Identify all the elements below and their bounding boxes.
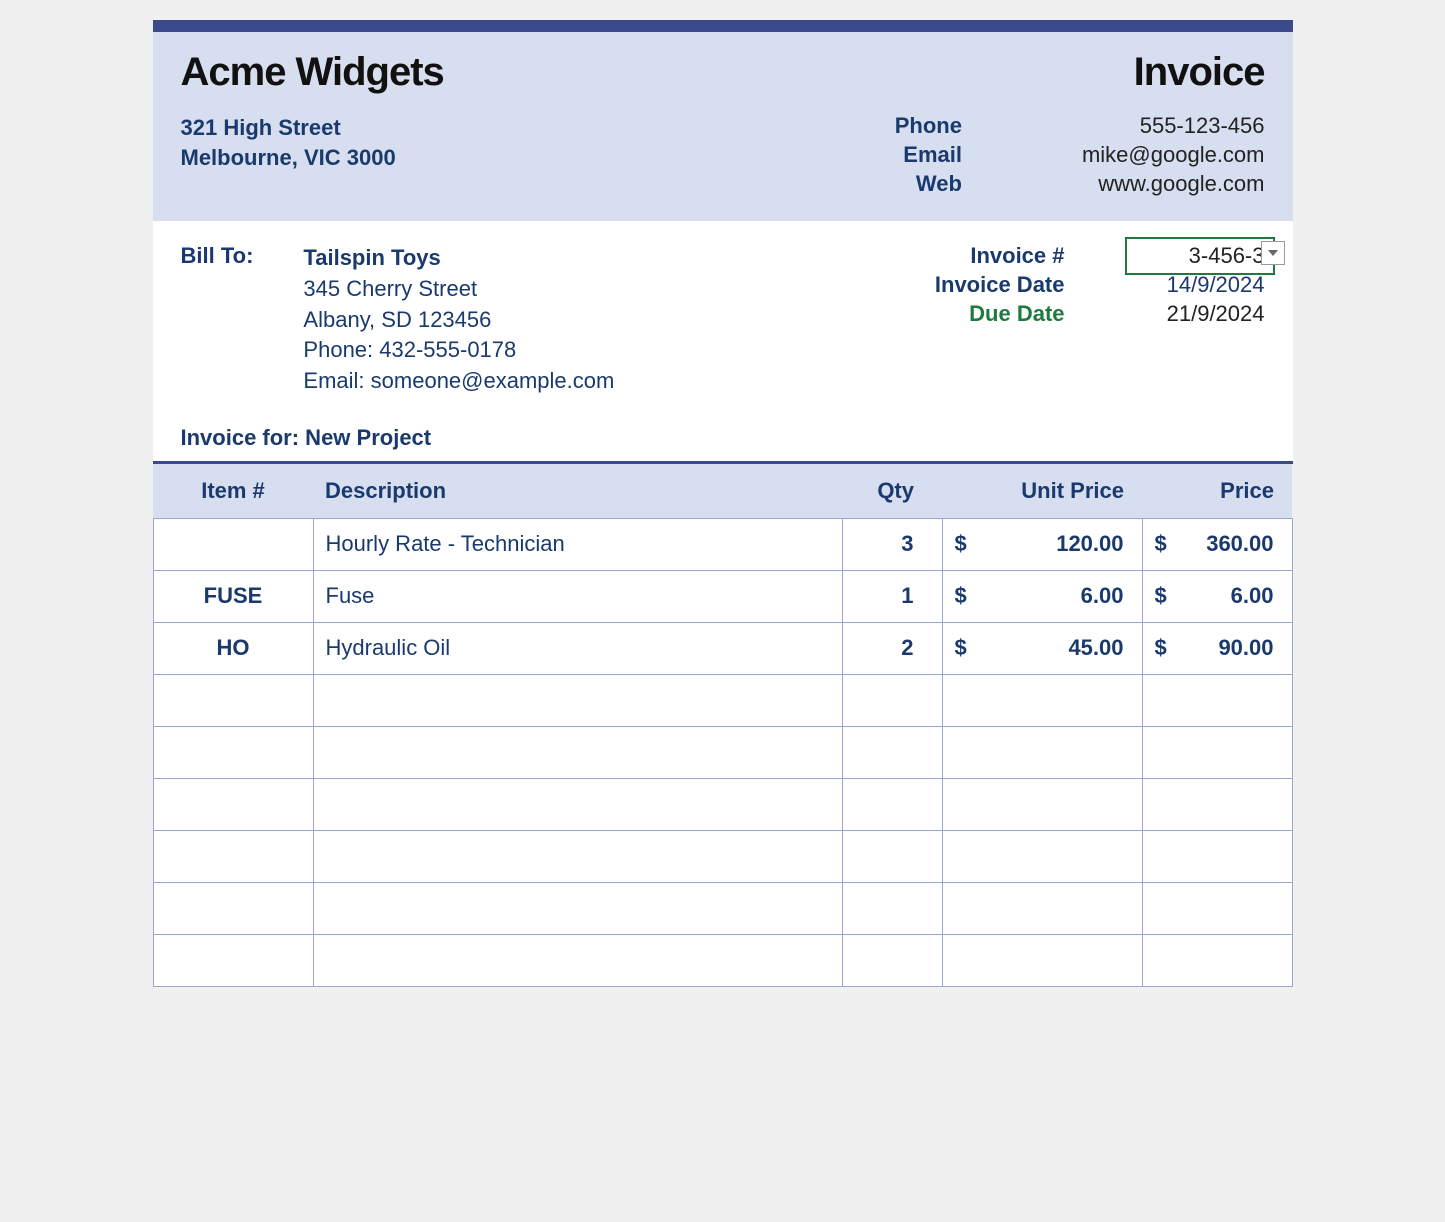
cell-unit-price[interactable]	[942, 882, 1142, 934]
items-section: Item # Description Qty Unit Price Price …	[153, 461, 1293, 987]
cell-unit-price[interactable]: $6.00	[942, 570, 1142, 622]
cell-unit-price[interactable]: $45.00	[942, 622, 1142, 674]
accent-bar	[153, 20, 1293, 32]
cell-item[interactable]	[153, 882, 313, 934]
invoice-document: Acme Widgets Invoice 321 High Street Mel…	[153, 20, 1293, 987]
table-row[interactable]: HOHydraulic Oil2$45.00$90.00	[153, 622, 1292, 674]
cell-price[interactable]	[1142, 830, 1292, 882]
cell-unit-price[interactable]	[942, 674, 1142, 726]
cell-item[interactable]	[153, 726, 313, 778]
address-line2: Melbourne, VIC 3000	[181, 143, 895, 173]
bill-to-block: Bill To: Tailspin Toys 345 Cherry Street…	[181, 243, 935, 397]
web-value: www.google.com	[1082, 171, 1265, 197]
table-row[interactable]	[153, 934, 1292, 986]
due-date-label: Due Date	[935, 301, 1065, 327]
col-item: Item #	[153, 464, 313, 519]
cell-price[interactable]	[1142, 726, 1292, 778]
due-date-value: 21/9/2024	[1095, 301, 1265, 327]
invoice-number-label: Invoice #	[935, 243, 1065, 269]
table-row[interactable]	[153, 778, 1292, 830]
cell-description[interactable]	[313, 674, 842, 726]
address-line1: 321 High Street	[181, 113, 895, 143]
cell-description[interactable]: Hydraulic Oil	[313, 622, 842, 674]
cell-item[interactable]: FUSE	[153, 570, 313, 622]
cell-price[interactable]: $90.00	[1142, 622, 1292, 674]
cell-unit-price[interactable]	[942, 830, 1142, 882]
bill-to-city: Albany, SD 123456	[303, 305, 614, 336]
cell-qty[interactable]	[842, 830, 942, 882]
table-row[interactable]	[153, 674, 1292, 726]
cell-dropdown-button[interactable]	[1261, 241, 1285, 265]
cell-description[interactable]	[313, 830, 842, 882]
table-row[interactable]: FUSEFuse1$6.00$6.00	[153, 570, 1292, 622]
company-address: 321 High Street Melbourne, VIC 3000	[181, 113, 895, 197]
bill-to-name: Tailspin Toys	[303, 243, 614, 274]
table-row[interactable]	[153, 882, 1292, 934]
cell-qty[interactable]	[842, 934, 942, 986]
cell-price[interactable]: $6.00	[1142, 570, 1292, 622]
invoice-number-value[interactable]: 3-456-3	[1125, 237, 1275, 275]
cell-item[interactable]: HO	[153, 622, 313, 674]
cell-description[interactable]	[313, 726, 842, 778]
company-name: Acme Widgets	[181, 50, 1265, 95]
items-table: Item # Description Qty Unit Price Price …	[153, 464, 1293, 987]
cell-price[interactable]	[1142, 934, 1292, 986]
email-label: Email	[895, 142, 962, 168]
table-row[interactable]	[153, 726, 1292, 778]
table-row[interactable]	[153, 830, 1292, 882]
cell-price[interactable]	[1142, 674, 1292, 726]
web-label: Web	[895, 171, 962, 197]
invoice-date-value: 14/9/2024	[1095, 272, 1265, 298]
table-row[interactable]: Hourly Rate - Technician3$120.00$360.00	[153, 518, 1292, 570]
meta-section: Bill To: Tailspin Toys 345 Cherry Street…	[153, 221, 1293, 461]
col-qty: Qty	[842, 464, 942, 519]
bill-to-label: Bill To:	[181, 243, 254, 397]
cell-qty[interactable]: 1	[842, 570, 942, 622]
invoice-number-cell[interactable]: 3-456-3	[1095, 243, 1265, 269]
invoice-date-label: Invoice Date	[935, 272, 1065, 298]
cell-item[interactable]	[153, 934, 313, 986]
cell-description[interactable]	[313, 882, 842, 934]
bill-to-street: 345 Cherry Street	[303, 274, 614, 305]
phone-value: 555-123-456	[1082, 113, 1265, 139]
cell-description[interactable]	[313, 778, 842, 830]
phone-label: Phone	[895, 113, 962, 139]
cell-item[interactable]	[153, 778, 313, 830]
cell-qty[interactable]	[842, 674, 942, 726]
cell-price[interactable]: $360.00	[1142, 518, 1292, 570]
cell-description[interactable]	[313, 934, 842, 986]
col-description: Description	[313, 464, 842, 519]
cell-description[interactable]: Hourly Rate - Technician	[313, 518, 842, 570]
cell-item[interactable]	[153, 830, 313, 882]
company-contact: Phone 555-123-456 Email mike@google.com …	[895, 113, 1265, 197]
cell-unit-price[interactable]	[942, 934, 1142, 986]
cell-qty[interactable]	[842, 726, 942, 778]
invoice-meta: Invoice # 3-456-3 Invoice Date 14/9/2024…	[935, 243, 1265, 397]
cell-qty[interactable]: 2	[842, 622, 942, 674]
cell-item[interactable]	[153, 674, 313, 726]
document-type: Invoice	[1134, 50, 1265, 95]
cell-unit-price[interactable]: $120.00	[942, 518, 1142, 570]
cell-description[interactable]: Fuse	[313, 570, 842, 622]
invoice-for: Invoice for: New Project	[181, 425, 1265, 451]
cell-price[interactable]	[1142, 778, 1292, 830]
col-price: Price	[1142, 464, 1292, 519]
cell-qty[interactable]	[842, 778, 942, 830]
cell-qty[interactable]	[842, 882, 942, 934]
cell-item[interactable]	[153, 518, 313, 570]
email-value: mike@google.com	[1082, 142, 1265, 168]
bill-to-phone: Phone: 432-555-0178	[303, 335, 614, 366]
col-unit-price: Unit Price	[942, 464, 1142, 519]
cell-unit-price[interactable]	[942, 778, 1142, 830]
chevron-down-icon	[1268, 250, 1278, 256]
header: Acme Widgets Invoice 321 High Street Mel…	[153, 32, 1293, 221]
items-header-row: Item # Description Qty Unit Price Price	[153, 464, 1292, 519]
cell-price[interactable]	[1142, 882, 1292, 934]
cell-unit-price[interactable]	[942, 726, 1142, 778]
cell-qty[interactable]: 3	[842, 518, 942, 570]
bill-to-email: Email: someone@example.com	[303, 366, 614, 397]
